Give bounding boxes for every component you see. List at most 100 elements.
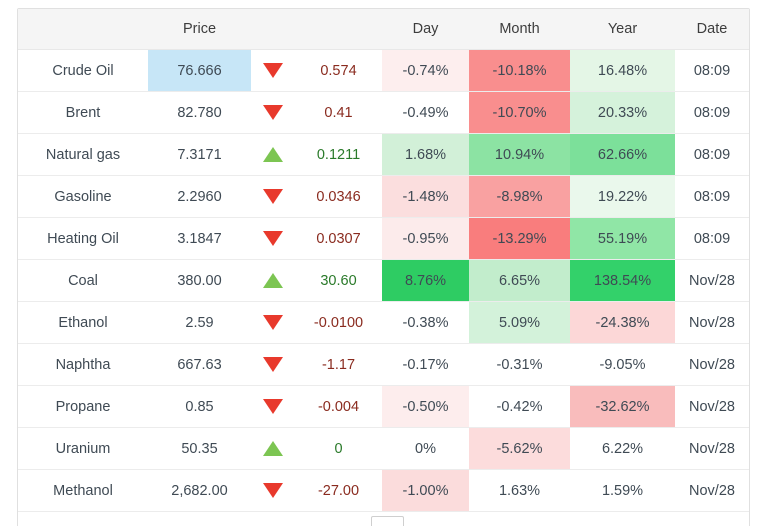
column-header-date[interactable]: Date [675, 9, 749, 50]
quote-date: 08:09 [675, 49, 749, 92]
column-header-price[interactable]: Price [148, 9, 251, 50]
price-value: 2.59 [148, 301, 251, 344]
table-row[interactable]: Uranium 50.35 0 0% -5.62% 6.22% Nov/28 [18, 427, 749, 470]
quote-table-container: Price Day Month Year Date Crude Oil 76.66… [17, 8, 750, 526]
quote-date: Nov/28 [675, 343, 749, 386]
month-change-percent: -0.42% [469, 385, 570, 428]
price-value: 3.1847 [148, 217, 251, 260]
day-change-percent: 8.76% [382, 259, 469, 302]
instrument-name[interactable]: Uranium [18, 427, 148, 470]
column-header-year[interactable]: Year [570, 9, 675, 50]
month-change-percent: -0.31% [469, 343, 570, 386]
year-change-percent: 6.22% [570, 427, 675, 470]
price-value: 2.2960 [148, 175, 251, 218]
quote-date: 08:09 [675, 133, 749, 176]
table-row[interactable]: Gasoline 2.2960 0.0346 -1.48% -8.98% 19.22% 08… [18, 175, 749, 218]
change-value: -27.00 [295, 469, 382, 512]
arrow-down-icon [251, 469, 295, 512]
table-row[interactable]: Natural gas 7.3171 0.1211 1.68% 10.94% 62.66%… [18, 133, 749, 176]
instrument-name[interactable]: Heating Oil [18, 217, 148, 260]
table-row[interactable]: Brent 82.780 0.41 -0.49% -10.70% 20.33% 08:09 [18, 91, 749, 134]
table-row[interactable]: Coal 380.00 30.60 8.76% 6.65% 138.54% Nov/28 [18, 259, 749, 302]
table-row[interactable]: Propane 0.85 -0.004 -0.50% -0.42% -32.62% Nov/… [18, 385, 749, 428]
arrow-down-icon [251, 343, 295, 386]
day-change-percent: -0.50% [382, 385, 469, 428]
quote-date: 08:09 [675, 175, 749, 218]
change-value: 0 [295, 427, 382, 470]
month-change-percent: -5.62% [469, 427, 570, 470]
change-value: 30.60 [295, 259, 382, 302]
price-value: 82.780 [148, 91, 251, 134]
triangle-down-icon [263, 105, 283, 121]
quote-date: 08:09 [675, 91, 749, 134]
price-value: 76.666 [148, 49, 251, 92]
price-value: 667.63 [148, 343, 251, 386]
year-change-percent: -32.62% [570, 385, 675, 428]
table-row[interactable]: Naphtha 667.63 -1.17 -0.17% -0.31% -9.05% Nov/… [18, 343, 749, 386]
year-change-percent: -9.05% [570, 343, 675, 386]
month-change-percent: -13.29% [469, 217, 570, 260]
table-row[interactable]: Ethanol 2.59 -0.0100 -0.38% 5.09% -24.38% Nov/… [18, 301, 749, 344]
commodities-table: Price Day Month Year Date Crude Oil 76.66… [18, 9, 749, 526]
table-header: Price Day Month Year Date [18, 9, 749, 50]
year-change-percent: 1.59% [570, 469, 675, 512]
column-header-day[interactable]: Day [382, 9, 469, 50]
triangle-down-icon [263, 63, 283, 79]
column-header-month[interactable]: Month [469, 9, 570, 50]
triangle-down-icon [263, 483, 283, 499]
price-value: 50.35 [148, 427, 251, 470]
day-change-percent: -1.48% [382, 175, 469, 218]
month-change-percent: 10.94% [469, 133, 570, 176]
triangle-up-icon [263, 441, 283, 457]
arrow-down-icon [251, 301, 295, 344]
change-value: 0.41 [295, 91, 382, 134]
price-value: 0.85 [148, 385, 251, 428]
quote-date: Nov/28 [675, 427, 749, 470]
year-change-percent: 20.33% [570, 91, 675, 134]
instrument-name[interactable]: Brent [18, 91, 148, 134]
table-row[interactable]: Heating Oil 3.1847 0.0307 -0.95% -13.29% 55.1… [18, 217, 749, 260]
price-value: 380.00 [148, 259, 251, 302]
column-header-arrow[interactable] [251, 9, 295, 50]
day-change-percent: -0.74% [382, 49, 469, 92]
instrument-name[interactable]: Natural gas [18, 133, 148, 176]
day-change-percent: -0.17% [382, 343, 469, 386]
change-value: -1.17 [295, 343, 382, 386]
instrument-name[interactable]: Gasoline [18, 175, 148, 218]
instrument-name[interactable]: Ethanol [18, 301, 148, 344]
quote-date: Nov/28 [675, 469, 749, 512]
year-change-percent: 62.66% [570, 133, 675, 176]
table-row[interactable]: Methanol 2,682.00 -27.00 -1.00% 1.63% 1.59% No… [18, 469, 749, 512]
year-change-percent: -24.38% [570, 301, 675, 344]
instrument-name[interactable]: Naphtha [18, 343, 148, 386]
year-change-percent: 16.48% [570, 49, 675, 92]
instrument-name[interactable]: Propane [18, 385, 148, 428]
year-change-percent: 55.19% [570, 217, 675, 260]
month-change-percent: -10.70% [469, 91, 570, 134]
change-value: 0.0307 [295, 217, 382, 260]
table-row[interactable]: Crude Oil 76.666 0.574 -0.74% -10.18% 16.48% 0… [18, 49, 749, 92]
arrow-up-icon [251, 133, 295, 176]
instrument-name[interactable]: Crude Oil [18, 49, 148, 92]
instrument-name[interactable]: Methanol [18, 469, 148, 512]
triangle-down-icon [263, 231, 283, 247]
day-change-percent: -0.38% [382, 301, 469, 344]
quote-date: Nov/28 [675, 301, 749, 344]
triangle-down-icon [263, 315, 283, 331]
arrow-up-icon [251, 259, 295, 302]
change-value: -0.004 [295, 385, 382, 428]
column-header-change[interactable] [295, 9, 382, 50]
column-header-name[interactable] [18, 9, 148, 50]
month-change-percent: -10.18% [469, 49, 570, 92]
table-footer-row [18, 511, 749, 526]
day-change-percent: -1.00% [382, 469, 469, 512]
table-body: Crude Oil 76.666 0.574 -0.74% -10.18% 16.48% 0… [18, 49, 749, 526]
price-value: 7.3171 [148, 133, 251, 176]
arrow-down-icon [251, 217, 295, 260]
arrow-down-icon [251, 49, 295, 92]
arrow-down-icon [251, 175, 295, 218]
instrument-name[interactable]: Coal [18, 259, 148, 302]
commodities-quote-widget: Price Day Month Year Date Crude Oil 76.66… [0, 0, 767, 526]
add-row-button[interactable] [371, 516, 404, 526]
day-change-percent: -0.49% [382, 91, 469, 134]
